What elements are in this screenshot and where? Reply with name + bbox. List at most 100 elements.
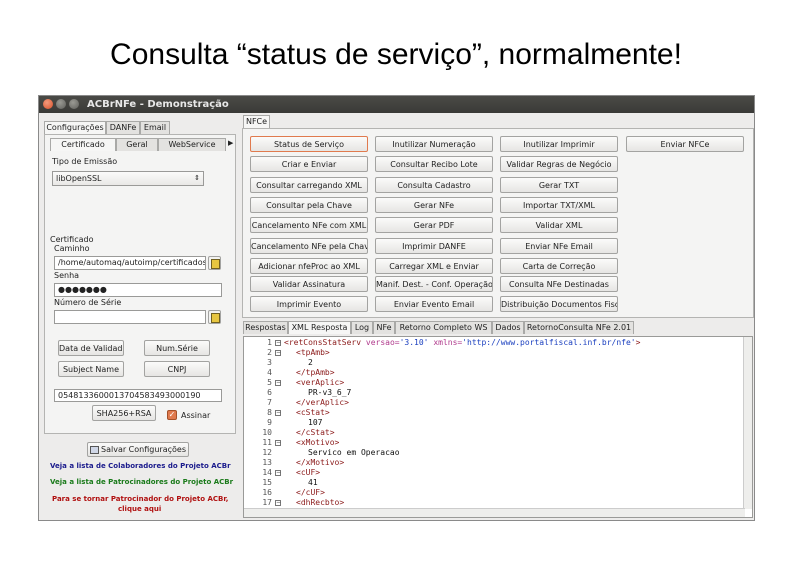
importar-txt-xml-button[interactable]: Importar TXT/XML <box>500 197 618 213</box>
horizontal-scrollbar[interactable] <box>244 508 745 517</box>
tab-nfce[interactable]: NFCe <box>243 115 270 128</box>
tab-webservice[interactable]: WebService <box>158 138 226 151</box>
distribuicao-documentos-button[interactable]: Distribuição Documentos Fiscai <box>500 296 618 312</box>
gerar-pdf-button[interactable]: Gerar PDF <box>375 217 493 233</box>
data-validade-button[interactable]: Data de Validade <box>58 340 124 356</box>
enviar-nfce-button[interactable]: Enviar NFCe <box>626 136 744 152</box>
gerar-nfe-button[interactable]: Gerar NFe <box>375 197 493 213</box>
line-number: 7 <box>267 398 272 407</box>
patrocinadores-link[interactable]: Veja a lista de Patrocinadores do Projet… <box>50 478 240 486</box>
colaboradores-link[interactable]: Veja a lista de Colaboradores do Projeto… <box>50 462 240 470</box>
caminho-browse-icon[interactable] <box>208 256 221 270</box>
consultar-pela-chave-button[interactable]: Consultar pela Chave <box>250 197 368 213</box>
xml-line: </xMotivo> <box>296 458 345 467</box>
line-number: 16 <box>262 488 272 497</box>
fold-toggle-icon[interactable]: − <box>275 340 281 346</box>
tab-certificado[interactable]: Certificado <box>50 138 116 151</box>
tab-xml-resposta[interactable]: XML Resposta <box>288 321 351 334</box>
cnpj-button[interactable]: CNPJ <box>144 361 210 377</box>
window-title: ACBrNFe - Demonstração <box>87 99 229 110</box>
validar-assinatura-button[interactable]: Validar Assinatura <box>250 276 368 292</box>
maximize-window-button[interactable] <box>69 99 79 109</box>
imprimir-evento-button[interactable]: Imprimir Evento <box>250 296 368 312</box>
minimize-window-button[interactable] <box>56 99 66 109</box>
tab-geral[interactable]: Geral <box>116 138 158 151</box>
xml-line: 41 <box>308 478 318 487</box>
imprimir-danfe-button[interactable]: Imprimir DANFE <box>375 238 493 254</box>
save-icon <box>90 445 99 454</box>
consultar-recibo-lote-button[interactable]: Consultar Recibo Lote <box>375 156 493 172</box>
gerar-txt-button[interactable]: Gerar TXT <box>500 177 618 193</box>
line-number: 12 <box>262 448 272 457</box>
spin-arrows-icon: ⇕ <box>194 174 200 182</box>
line-number: 11 <box>262 438 272 447</box>
tab-configuracoes[interactable]: Configurações <box>44 121 106 134</box>
tab-scroll-right-icon[interactable]: ▶ <box>228 139 233 147</box>
inutilizar-numeracao-button[interactable]: Inutilizar Numeração <box>375 136 493 152</box>
tab-log[interactable]: Log <box>351 321 373 334</box>
num-serie-button[interactable]: Num.Série <box>144 340 210 356</box>
cancelamento-nfe-xml-button[interactable]: Cancelamento NFe com XML <box>250 217 368 233</box>
tipo-emissao-select[interactable]: libOpenSSL ⇕ <box>52 171 204 186</box>
window-titlebar: ACBrNFe - Demonstração <box>39 96 754 113</box>
xml-line: </verAplic> <box>296 398 349 407</box>
carta-correcao-button[interactable]: Carta de Correção <box>500 258 618 274</box>
caminho-label: Caminho <box>54 244 90 253</box>
carregar-xml-enviar-button[interactable]: Carregar XML e Enviar <box>375 258 493 274</box>
xml-line: <cStat> <box>296 408 330 417</box>
line-number: 3 <box>267 358 272 367</box>
consulta-cadastro-button[interactable]: Consulta Cadastro <box>375 177 493 193</box>
sha256-rsa-button[interactable]: SHA256+RSA <box>92 405 156 421</box>
line-number: 13 <box>262 458 272 467</box>
numero-serie-browse-icon[interactable] <box>208 310 221 324</box>
assinar-checkbox[interactable]: ✓ <box>167 410 177 420</box>
tab-retorno-completo-ws[interactable]: Retorno Completo WS <box>395 321 492 334</box>
vertical-scrollbar[interactable] <box>743 337 752 509</box>
manif-dest-button[interactable]: Manif. Dest. - Conf. Operação <box>375 276 493 292</box>
enviar-nfe-email-button[interactable]: Enviar NFe Email <box>500 238 618 254</box>
line-number: 5 <box>267 378 272 387</box>
xml-line: <verAplic> <box>296 378 345 387</box>
tipo-emissao-label: Tipo de Emissão <box>52 157 118 166</box>
fold-toggle-icon[interactable]: − <box>275 440 281 446</box>
salvar-configuracoes-button[interactable]: Salvar Configurações <box>87 442 189 457</box>
tab-respostas[interactable]: Respostas <box>243 321 288 334</box>
xml-line: </cUF> <box>296 488 325 497</box>
line-number: 1 <box>267 338 272 347</box>
tab-danfe[interactable]: DANFe <box>106 121 140 134</box>
fold-toggle-icon[interactable]: − <box>275 350 281 356</box>
xml-line: <cUF> <box>296 468 321 477</box>
hash-input[interactable]: 05481336000137045834930001​90 <box>54 389 222 402</box>
inutilizar-imprimir-button[interactable]: Inutilizar Imprimir <box>500 136 618 152</box>
tab-dados[interactable]: Dados <box>492 321 524 334</box>
tab-retorno-consulta[interactable]: RetornoConsulta NFe 2.01 <box>524 321 634 334</box>
cancelamento-nfe-chave-button[interactable]: Cancelamento NFe pela Chave <box>250 238 368 254</box>
caminho-input[interactable]: /home/automaq/autoimp/certificados/c <box>54 256 206 270</box>
xml-line: <dhRecbto> <box>296 498 345 507</box>
consultar-carregando-xml-button[interactable]: Consultar carregando XML <box>250 177 368 193</box>
line-number: 15 <box>262 478 272 487</box>
enviar-evento-email-button[interactable]: Enviar Evento Email <box>375 296 493 312</box>
fold-toggle-icon[interactable]: − <box>275 410 281 416</box>
xml-line: PR-v3_6_7 <box>308 388 352 397</box>
tab-nfe[interactable]: NFe <box>373 321 395 334</box>
adicionar-nfeproc-button[interactable]: Adicionar nfeProc ao XML <box>250 258 368 274</box>
consulta-nfe-destinadas-button[interactable]: Consulta NFe Destinadas <box>500 276 618 292</box>
senha-input[interactable]: ●●●●●●● <box>54 283 222 297</box>
clique-aqui-link[interactable]: clique aqui <box>118 505 161 513</box>
fold-toggle-icon[interactable]: − <box>275 500 281 506</box>
status-servico-button[interactable]: Status de Serviço <box>250 136 368 152</box>
tornar-patrocinador-link[interactable]: Para se tornar Patrocinador do Projeto A… <box>52 495 240 503</box>
certificado-group-label: Certificado <box>50 235 94 244</box>
xml-editor[interactable]: 1 2 3 4 5 6 7 8 9 10 11 12 13 14 15 16 1… <box>243 336 753 518</box>
xml-line: Servico em Operacao <box>308 448 400 457</box>
tab-email[interactable]: Email <box>140 121 170 134</box>
validar-xml-button[interactable]: Validar XML <box>500 217 618 233</box>
subject-name-button[interactable]: Subject Name <box>58 361 124 377</box>
criar-enviar-button[interactable]: Criar e Enviar <box>250 156 368 172</box>
validar-regras-negocio-button[interactable]: Validar Regras de Negócio <box>500 156 618 172</box>
close-window-button[interactable] <box>43 99 53 109</box>
fold-toggle-icon[interactable]: − <box>275 470 281 476</box>
numero-serie-input[interactable] <box>54 310 206 324</box>
fold-toggle-icon[interactable]: − <box>275 380 281 386</box>
